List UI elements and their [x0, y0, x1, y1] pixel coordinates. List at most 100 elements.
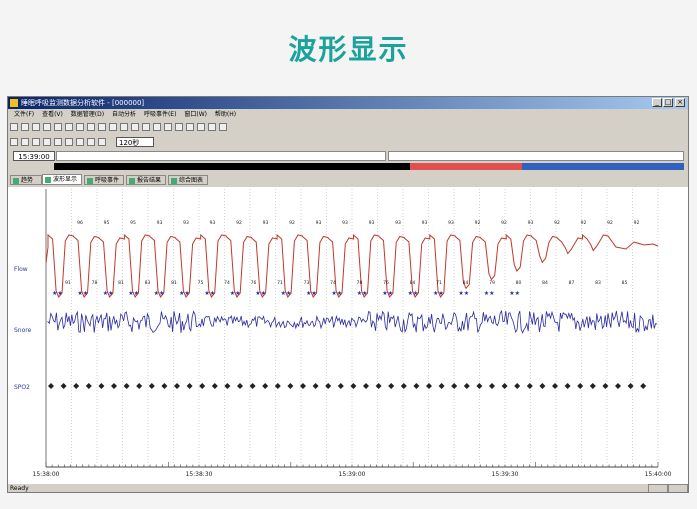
window-title: 睡眠呼吸监测数据分析软件 - [000000] — [21, 99, 145, 107]
grid-icon[interactable] — [98, 138, 106, 146]
marker-a-icon[interactable] — [142, 123, 150, 131]
cut-icon[interactable] — [65, 123, 73, 131]
new-icon[interactable] — [10, 123, 18, 131]
marker-h-icon[interactable] — [219, 123, 227, 131]
scroll-right-pane[interactable] — [388, 151, 684, 161]
spo2-marker — [237, 383, 243, 389]
event-star: ★★ — [281, 290, 292, 297]
delete-icon[interactable] — [98, 123, 106, 131]
tab-trend[interactable]: 趋势图 — [10, 175, 42, 194]
spo2-marker — [98, 383, 105, 389]
maximize-button[interactable]: □ — [663, 98, 673, 107]
expand-icon[interactable] — [65, 138, 73, 146]
spo2-marker — [123, 383, 130, 389]
prev-page-icon[interactable] — [43, 138, 51, 146]
spo2-high-label: 92 — [289, 220, 295, 226]
time-axis-label: 15:38:30 — [186, 471, 213, 478]
spo2-high-label: 93 — [263, 220, 269, 226]
snore-waveform — [47, 309, 658, 334]
spo2-low-label: 81 — [118, 280, 124, 286]
open-icon[interactable] — [21, 123, 29, 131]
spo2-marker — [451, 383, 458, 389]
spo2-marker — [186, 383, 193, 389]
spo2-high-label: 93 — [528, 220, 534, 226]
event-star: ★★ — [179, 290, 190, 297]
marker-c-icon[interactable] — [164, 123, 172, 131]
scroll-left-pane[interactable] — [56, 151, 386, 161]
menu-view[interactable]: 查看(V) — [42, 111, 63, 118]
spo2-marker — [627, 383, 634, 389]
summary-tab-icon — [171, 177, 177, 184]
time-display[interactable]: 15:39:00 — [13, 151, 55, 161]
spo2-marker — [514, 383, 521, 389]
spo2-low-label: 74 — [330, 280, 336, 286]
zoom-out-icon[interactable] — [131, 123, 139, 131]
marker-f-icon[interactable] — [197, 123, 205, 131]
spo2-low-label: 76 — [383, 280, 389, 286]
spo2-high-label: 93 — [210, 220, 216, 226]
minimize-button[interactable]: _ — [652, 98, 662, 107]
shrink-icon[interactable] — [76, 138, 84, 146]
spo2-marker — [224, 383, 231, 389]
arrow-right-icon[interactable] — [32, 138, 40, 146]
next-page-icon[interactable] — [54, 138, 62, 146]
spo2-low-label: 73 — [304, 280, 310, 286]
status-cell-2 — [668, 484, 688, 492]
nav-icon[interactable] — [10, 138, 18, 146]
spo2-marker — [602, 383, 609, 389]
zoom-in-icon[interactable] — [120, 123, 128, 131]
menu-help[interactable]: 帮助(H) — [215, 111, 236, 118]
spo2-marker — [400, 383, 407, 389]
marker-e-icon[interactable] — [186, 123, 194, 131]
spo2-marker — [262, 383, 269, 389]
toolbar-main — [8, 121, 688, 133]
event-icon[interactable] — [109, 123, 117, 131]
menu-window[interactable]: 窗口(W) — [184, 111, 207, 118]
menu-file[interactable]: 文件(F) — [14, 111, 34, 118]
time-axis-label: 15:38:00 — [33, 471, 60, 478]
marker-d-icon[interactable] — [175, 123, 183, 131]
event-star: ★★ — [433, 290, 444, 297]
spo2-high-label: 92 — [475, 220, 481, 226]
sleep-bar-black — [54, 163, 410, 170]
status-bar: Ready — [8, 484, 688, 492]
spo2-marker — [438, 383, 445, 389]
marker-b-icon[interactable] — [153, 123, 161, 131]
spo2-high-label: 93 — [369, 220, 375, 226]
marker-g-icon[interactable] — [208, 123, 216, 131]
spo2-high-label: 92 — [634, 220, 640, 226]
event-star: ★★ — [331, 290, 342, 297]
spo2-high-label: 95 — [130, 220, 136, 226]
spo2-low-label: 87 — [569, 280, 575, 286]
spo2-marker — [325, 383, 332, 389]
tab-report[interactable]: 报告结果 — [126, 175, 166, 185]
preview-icon[interactable] — [54, 123, 62, 131]
speed-select[interactable]: 120秒 — [116, 137, 154, 147]
paste-icon[interactable] — [87, 123, 95, 131]
save-icon[interactable] — [32, 123, 40, 131]
fit-icon[interactable] — [87, 138, 95, 146]
tab-summary[interactable]: 综合图表 — [168, 175, 208, 185]
menu-events[interactable]: 呼吸事件(E) — [144, 111, 176, 118]
spo2-low-label: 78 — [357, 280, 363, 286]
event-star: ★★ — [230, 290, 241, 297]
event-star: ★★ — [128, 290, 139, 297]
event-star: ★★ — [52, 290, 63, 297]
app-window: 睡眠呼吸监测数据分析软件 - [000000] _ □ × 文件(F) 查看(V… — [7, 96, 689, 493]
tab-bar: 趋势图 波形显示 呼吸事件 报告结果 综合图表 — [8, 174, 688, 194]
spo2-high-label: 93 — [316, 220, 322, 226]
waveform-plot[interactable]: Flow Snore SPO2 15:38:00 15:38:30 15:39:00… — [8, 187, 688, 484]
copy-icon[interactable] — [76, 123, 84, 131]
menu-auto-analysis[interactable]: 自动分析 — [112, 111, 136, 118]
spo2-low-label: 80 — [516, 280, 522, 286]
spo2-low-label: 76 — [251, 280, 257, 286]
spo2-marker — [199, 383, 206, 389]
time-axis-label: 15:39:30 — [492, 471, 519, 478]
close-button[interactable]: × — [675, 98, 685, 107]
menu-data[interactable]: 数据管理(D) — [71, 111, 104, 118]
tab-respiratory-events[interactable]: 呼吸事件 — [84, 175, 124, 185]
tab-waveform[interactable]: 波形显示 — [42, 174, 82, 185]
arrow-left-icon[interactable] — [21, 138, 29, 146]
spo2-marker — [85, 383, 92, 389]
print-icon[interactable] — [43, 123, 51, 131]
